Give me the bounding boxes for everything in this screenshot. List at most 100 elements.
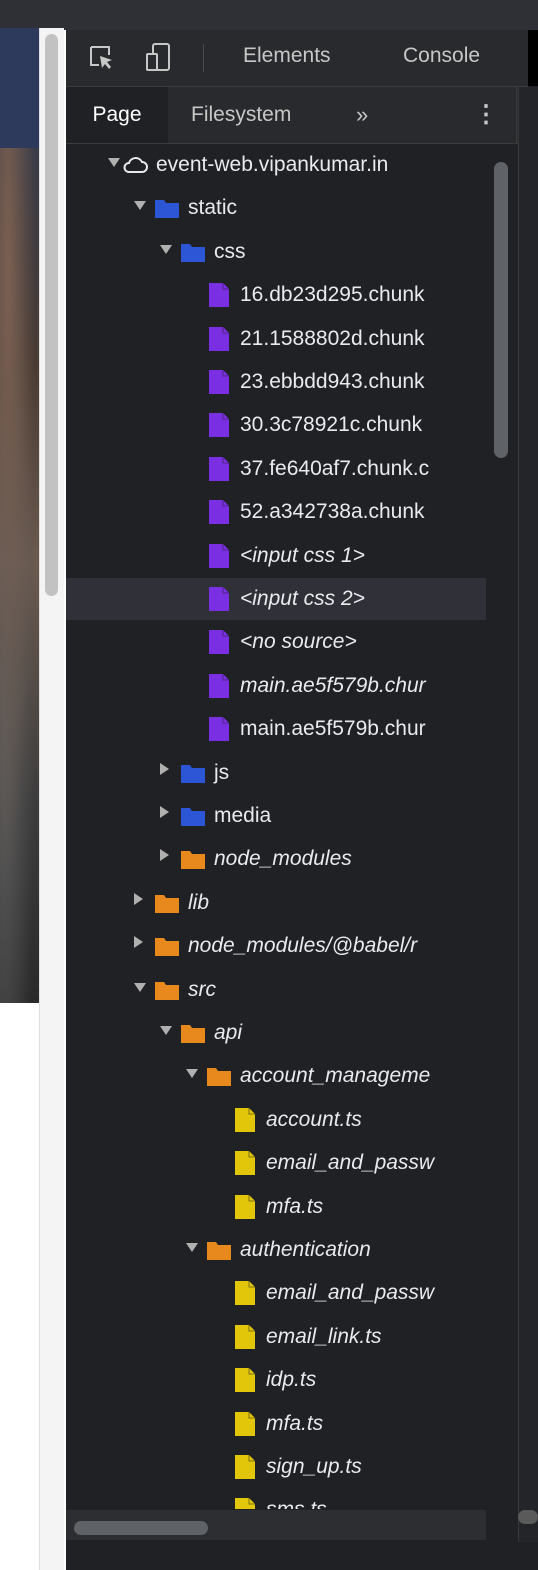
tree-item-label: <input css 1>	[240, 543, 365, 567]
tree-file-row[interactable]: 21.1588802d.chunk	[66, 318, 486, 360]
tree-file-row[interactable]: email_and_passw	[66, 1272, 486, 1314]
expand-arrow-down-icon[interactable]	[160, 244, 172, 254]
folder-icon	[154, 195, 180, 221]
expand-arrow-right-icon[interactable]	[160, 762, 169, 775]
editor-pane-scroll-thumb[interactable]	[518, 1510, 538, 1524]
tree-folder-row[interactable]: authentication	[66, 1229, 486, 1271]
page-scrollbar-thumb[interactable]	[45, 34, 58, 596]
editor-pane-edge	[518, 87, 538, 1570]
tree-file-row[interactable]: idp.ts	[66, 1359, 486, 1401]
tree-item-label: email_and_passw	[266, 1281, 435, 1305]
tree-folder-row[interactable]: css	[66, 231, 486, 273]
expand-arrow-right-icon[interactable]	[160, 849, 169, 862]
tree-item-label: <no source>	[240, 630, 357, 654]
tab-page[interactable]: Page	[66, 87, 168, 143]
tree-file-row[interactable]: main.ae5f579b.chur	[66, 665, 486, 707]
expand-arrow-right-icon[interactable]	[134, 892, 143, 905]
expand-arrow-right-icon[interactable]	[134, 936, 143, 949]
tree-file-row[interactable]: sign_up.ts	[66, 1446, 486, 1488]
tree-item-label: api	[214, 1021, 243, 1044]
tree-item-label: email_link.ts	[266, 1324, 382, 1348]
ts-file-icon	[232, 1497, 258, 1509]
tree-item-label: css	[214, 239, 246, 263]
tree-folder-row[interactable]: node_modules/@babel/r	[66, 925, 486, 967]
tree-file-row[interactable]: <input css 2>	[66, 578, 486, 620]
tree-scrollbar-thumb[interactable]	[494, 162, 508, 458]
tab-elements[interactable]: Elements	[243, 44, 331, 68]
expand-arrow-down-icon[interactable]	[186, 1243, 198, 1252]
tree-item-label: static	[188, 196, 238, 220]
folder-icon	[180, 239, 206, 265]
tree-item-label: mfa.ts	[266, 1411, 324, 1435]
tree-item-label: lib	[188, 890, 210, 914]
tree-item-label: main.ae5f579b.chur	[240, 673, 426, 697]
tree-file-row[interactable]: 16.db23d295.chunk	[66, 274, 486, 316]
folder-icon	[180, 760, 206, 786]
tree-item-label: account.ts	[266, 1107, 362, 1131]
css-file-icon	[206, 456, 232, 482]
tree-folder-row[interactable]: api	[66, 1012, 486, 1054]
tree-file-row[interactable]: sms.ts	[66, 1489, 486, 1509]
folder-icon	[206, 1063, 232, 1089]
tree-file-row[interactable]: 37.fe640af7.chunk.c	[66, 448, 486, 490]
tree-item-label: <input css 2>	[240, 587, 365, 610]
tree-folder-row[interactable]: lib	[66, 882, 486, 924]
page-hero-image	[0, 28, 40, 1003]
tree-item-label: src	[188, 977, 216, 1001]
ts-file-icon	[232, 1107, 258, 1133]
tree-item-label: 37.fe640af7.chunk.c	[240, 456, 430, 480]
css-file-icon	[206, 282, 232, 308]
tree-folder-row[interactable]: static	[66, 187, 486, 229]
folder-icon	[180, 1020, 206, 1046]
folder-icon	[180, 846, 206, 872]
expand-arrow-down-icon[interactable]	[108, 158, 120, 167]
tree-file-row[interactable]: 52.a342738a.chunk	[66, 491, 486, 533]
expand-arrow-right-icon[interactable]	[160, 806, 169, 818]
tree-horizontal-scrollbar-thumb[interactable]	[74, 1521, 208, 1535]
tree-file-row[interactable]: 23.ebbdd943.chunk	[66, 361, 486, 403]
tree-file-row[interactable]: <no source>	[66, 621, 486, 663]
page-header-band	[0, 28, 40, 148]
tree-file-row[interactable]: mfa.ts	[66, 1403, 486, 1445]
expand-arrow-down-icon[interactable]	[134, 982, 146, 992]
ts-file-icon	[232, 1150, 258, 1176]
tree-folder-row[interactable]: node_modules	[66, 838, 486, 880]
folder-icon	[154, 977, 180, 1003]
css-file-icon	[206, 412, 232, 438]
tree-file-row[interactable]: email_and_passw	[66, 1142, 486, 1184]
tree-item-label: event-web.vipankumar.in	[156, 153, 389, 176]
tree-item-label: media	[214, 804, 272, 827]
tree-file-row[interactable]: account.ts	[66, 1099, 486, 1141]
tree-file-row[interactable]: main.ae5f579b.chur	[66, 708, 486, 750]
tree-file-row[interactable]: <input css 1>	[66, 535, 486, 577]
tree-file-row[interactable]: email_link.ts	[66, 1316, 486, 1358]
ts-file-icon	[232, 1324, 258, 1350]
expand-arrow-down-icon[interactable]	[134, 201, 146, 211]
more-options-icon[interactable]: ⋮	[474, 87, 498, 143]
more-tabs-icon[interactable]: »	[356, 87, 368, 143]
tree-folder-row[interactable]: event-web.vipankumar.in	[66, 144, 486, 186]
devtools-panel: Elements Console Page Filesystem » ⋮ eve…	[66, 30, 538, 1570]
toolbar-divider	[203, 44, 204, 72]
expand-arrow-down-icon[interactable]	[186, 1069, 198, 1079]
tree-folder-row[interactable]: js	[66, 752, 486, 794]
tree-file-row[interactable]: 30.3c78921c.chunk	[66, 404, 486, 446]
tree-item-label: sign_up.ts	[266, 1455, 362, 1478]
device-toolbar-icon[interactable]	[144, 42, 174, 72]
css-file-icon	[206, 716, 232, 742]
tree-folder-row[interactable]: account_manageme	[66, 1055, 486, 1097]
tab-filesystem[interactable]: Filesystem	[191, 87, 291, 143]
expand-arrow-down-icon[interactable]	[160, 1026, 172, 1035]
devtools-bottom-area	[66, 1542, 538, 1570]
tree-folder-row[interactable]: src	[66, 969, 486, 1011]
ts-file-icon	[232, 1411, 258, 1437]
tree-item-label: main.ae5f579b.chur	[240, 717, 426, 741]
tab-console[interactable]: Console	[403, 44, 480, 68]
tree-item-label: authentication	[240, 1238, 371, 1261]
file-tree: event-web.vipankumar.in static css 16.db23d…	[66, 144, 486, 1509]
sources-tab-active[interactable]	[528, 30, 538, 86]
ts-file-icon	[232, 1454, 258, 1480]
tree-file-row[interactable]: mfa.ts	[66, 1186, 486, 1228]
tree-folder-row[interactable]: media	[66, 795, 486, 837]
inspect-element-icon[interactable]	[88, 44, 114, 70]
